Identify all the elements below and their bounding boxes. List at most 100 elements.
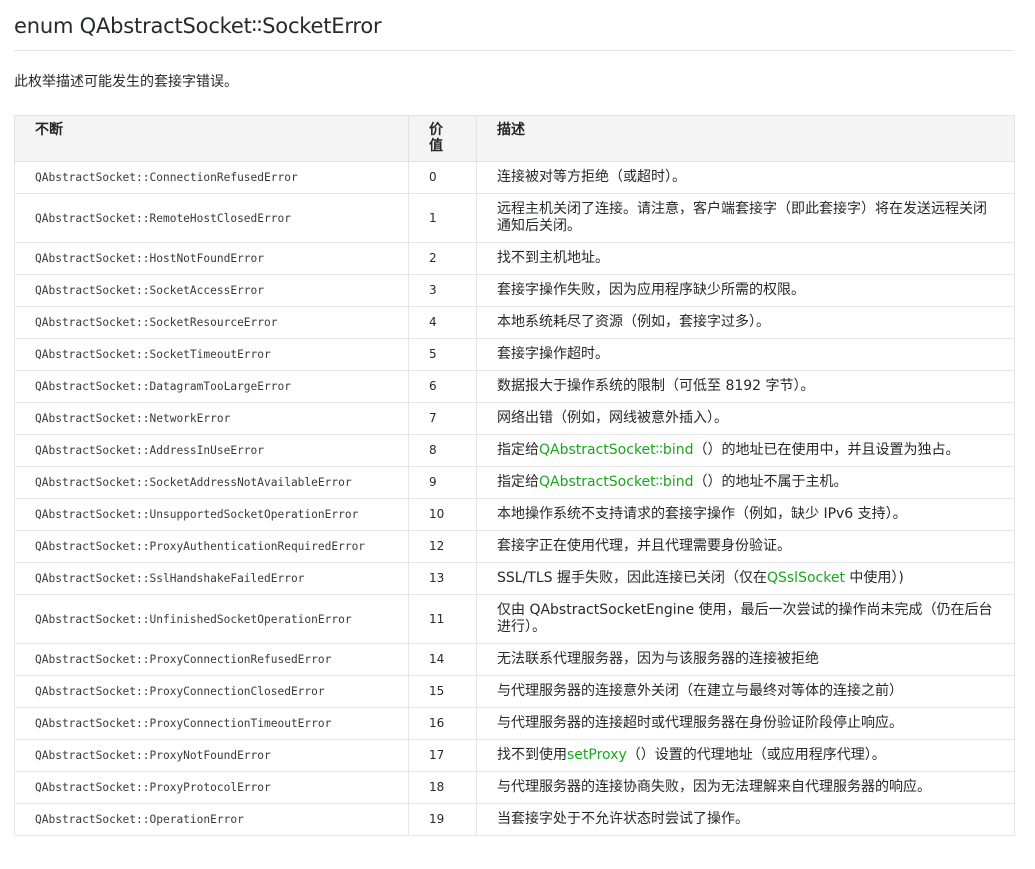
table-row: QAbstractSocket::ProxyConnectionTimeoutE… <box>14 707 1015 740</box>
enum-constant: QAbstractSocket::SocketAddressNotAvailab… <box>14 466 409 499</box>
enum-description: 套接字正在使用代理，并且代理需要身份验证。 <box>476 530 1015 563</box>
description-text: （）的地址不属于主机。 <box>693 474 848 490</box>
enum-description: 连接被对等方拒绝（或超时）。 <box>476 161 1015 194</box>
table-row: QAbstractSocket::RemoteHostClosedError 1 远… <box>14 193 1015 243</box>
enum-value: 9 <box>408 466 477 499</box>
description-text: 指定给 <box>497 474 539 490</box>
table-row: QAbstractSocket::ProxyConnectionClosedEr… <box>14 675 1015 708</box>
enum-description: 无法联系代理服务器，因为与该服务器的连接被拒绝 <box>476 643 1015 676</box>
table-header-row: 不断 价值 描述 <box>14 115 1015 162</box>
description-text: SSL/TLS 握手失败，因此连接已关闭（仅在 <box>497 570 767 586</box>
enum-description: 本地系统耗尽了资源（例如，套接字过多）。 <box>476 306 1015 339</box>
enum-constant: QAbstractSocket::RemoteHostClosedError <box>14 193 409 243</box>
enum-description: 指定给QAbstractSocket∶∶bind（）的地址已在使用中，并且设置为… <box>476 434 1015 467</box>
table-row: QAbstractSocket::UnsupportedSocketOperat… <box>14 498 1015 531</box>
col-header-constant: 不断 <box>14 115 409 162</box>
enum-value: 10 <box>408 498 477 531</box>
enum-constant: QAbstractSocket::ProxyNotFoundError <box>14 739 409 772</box>
enum-value: 19 <box>408 803 477 836</box>
intro-text: 此枚举描述可能发生的套接字错误。 <box>14 74 238 90</box>
table-row: QAbstractSocket::ProxyAuthenticationRequ… <box>14 530 1015 563</box>
enum-constant: QAbstractSocket::ProxyConnectionTimeoutE… <box>14 707 409 740</box>
table-row: QAbstractSocket::SocketTimeoutError 5 套接字操… <box>14 338 1015 371</box>
table-row: QAbstractSocket::ProxyProtocolError 18 与代理… <box>14 771 1015 804</box>
enum-table: 不断 价值 描述 QAbstractSocket::ConnectionRefu… <box>14 115 1015 836</box>
enum-constant: QAbstractSocket::AddressInUseError <box>14 434 409 467</box>
table-row: QAbstractSocket::ConnectionRefusedError 0… <box>14 161 1015 194</box>
enum-value: 14 <box>408 643 477 676</box>
table-row: QAbstractSocket::NetworkError 7 网络出错（例如，网线… <box>14 402 1015 435</box>
enum-description: 本地操作系统不支持请求的套接字操作（例如，缺少 IPv6 支持）。 <box>476 498 1015 531</box>
col-header-value: 价值 <box>408 115 477 162</box>
table-row: QAbstractSocket::SocketAddressNotAvailab… <box>14 466 1015 499</box>
table-row: QAbstractSocket::SocketResourceError 4 本地系… <box>14 306 1015 339</box>
enum-value: 0 <box>408 161 477 194</box>
enum-value: 13 <box>408 562 477 595</box>
enum-description: 找不到使用setProxy（）设置的代理地址（或应用程序代理）。 <box>476 739 1015 772</box>
enum-description: 远程主机关闭了连接。请注意，客户端套接字（即此套接字）将在发送远程关闭通知后关闭… <box>476 193 1015 243</box>
enum-constant: QAbstractSocket::ProxyConnectionClosedEr… <box>14 675 409 708</box>
description-text: 指定给 <box>497 442 539 458</box>
enum-description: 与代理服务器的连接超时或代理服务器在身份验证阶段停止响应。 <box>476 707 1015 740</box>
table-row: QAbstractSocket::ProxyNotFoundError 17 找不到… <box>14 739 1015 772</box>
enum-value: 12 <box>408 530 477 563</box>
enum-description: 找不到主机地址。 <box>476 242 1015 275</box>
enum-description: 网络出错（例如，网线被意外插入）。 <box>476 402 1015 435</box>
enum-constant: QAbstractSocket::SslHandshakeFailedError <box>14 562 409 595</box>
enum-description: 当套接字处于不允许状态时尝试了操作。 <box>476 803 1015 836</box>
enum-description: 指定给QAbstractSocket∶∶bind（）的地址不属于主机。 <box>476 466 1015 499</box>
description-text: 中使用）) <box>844 570 904 586</box>
col-header-description: 描述 <box>476 115 1015 162</box>
enum-constant: QAbstractSocket::UnfinishedSocketOperati… <box>14 594 409 644</box>
api-link[interactable]: QSslSocket <box>767 570 845 586</box>
enum-value: 17 <box>408 739 477 772</box>
enum-constant: QAbstractSocket::UnsupportedSocketOperat… <box>14 498 409 531</box>
table-row: QAbstractSocket::OperationError 19 当套接字处于不… <box>14 803 1015 836</box>
table-row: QAbstractSocket::SocketAccessError 3 套接字操作… <box>14 274 1015 307</box>
api-link[interactable]: setProxy <box>567 747 627 763</box>
enum-description: 与代理服务器的连接协商失败，因为无法理解来自代理服务器的响应。 <box>476 771 1015 804</box>
description-text: 找不到使用 <box>497 747 567 763</box>
enum-description: 数据报大于操作系统的限制（可低至 8192 字节）。 <box>476 370 1015 403</box>
enum-constant: QAbstractSocket::SocketResourceError <box>14 306 409 339</box>
enum-value: 15 <box>408 675 477 708</box>
doc-page: enum QAbstractSocket∶∶SocketError 此枚举描述可… <box>0 0 1035 869</box>
enum-value: 3 <box>408 274 477 307</box>
table-row: QAbstractSocket::AddressInUseError 8 指定给QA… <box>14 434 1015 467</box>
description-text: （）设置的代理地址（或应用程序代理）。 <box>626 747 886 763</box>
title-divider <box>14 50 1014 51</box>
table-row: QAbstractSocket::ProxyConnectionRefusedE… <box>14 643 1015 676</box>
enum-description: 与代理服务器的连接意外关闭（在建立与最终对等体的连接之前） <box>476 675 1015 708</box>
enum-value: 2 <box>408 242 477 275</box>
enum-value: 7 <box>408 402 477 435</box>
enum-value: 1 <box>408 193 477 243</box>
enum-constant: QAbstractSocket::HostNotFoundError <box>14 242 409 275</box>
page-title: enum QAbstractSocket∶∶SocketError <box>14 14 382 38</box>
enum-constant: QAbstractSocket::SocketAccessError <box>14 274 409 307</box>
enum-description: 套接字操作超时。 <box>476 338 1015 371</box>
enum-constant: QAbstractSocket::ProxyConnectionRefusedE… <box>14 643 409 676</box>
enum-constant: QAbstractSocket::ProxyProtocolError <box>14 771 409 804</box>
enum-constant: QAbstractSocket::ProxyAuthenticationRequ… <box>14 530 409 563</box>
enum-value: 4 <box>408 306 477 339</box>
enum-table-body: QAbstractSocket::ConnectionRefusedError 0… <box>14 161 1015 836</box>
enum-description: SSL/TLS 握手失败，因此连接已关闭（仅在QSslSocket 中使用）) <box>476 562 1015 595</box>
table-row: QAbstractSocket::SslHandshakeFailedError… <box>14 562 1015 595</box>
api-link[interactable]: QAbstractSocket∶∶bind <box>539 474 693 490</box>
enum-description: 套接字操作失败，因为应用程序缺少所需的权限。 <box>476 274 1015 307</box>
enum-value: 6 <box>408 370 477 403</box>
enum-value: 5 <box>408 338 477 371</box>
api-link[interactable]: QAbstractSocket∶∶bind <box>539 442 693 458</box>
enum-constant: QAbstractSocket::OperationError <box>14 803 409 836</box>
enum-value: 16 <box>408 707 477 740</box>
description-text: （）的地址已在使用中，并且设置为独占。 <box>693 442 960 458</box>
enum-value: 18 <box>408 771 477 804</box>
enum-constant: QAbstractSocket::NetworkError <box>14 402 409 435</box>
table-row: QAbstractSocket::HostNotFoundError 2 找不到主机… <box>14 242 1015 275</box>
table-row: QAbstractSocket::UnfinishedSocketOperati… <box>14 594 1015 644</box>
enum-value: 11 <box>408 594 477 644</box>
enum-value: 8 <box>408 434 477 467</box>
enum-constant: QAbstractSocket::SocketTimeoutError <box>14 338 409 371</box>
enum-constant: QAbstractSocket::DatagramTooLargeError <box>14 370 409 403</box>
col-header-value-text: 价值 <box>429 122 443 154</box>
